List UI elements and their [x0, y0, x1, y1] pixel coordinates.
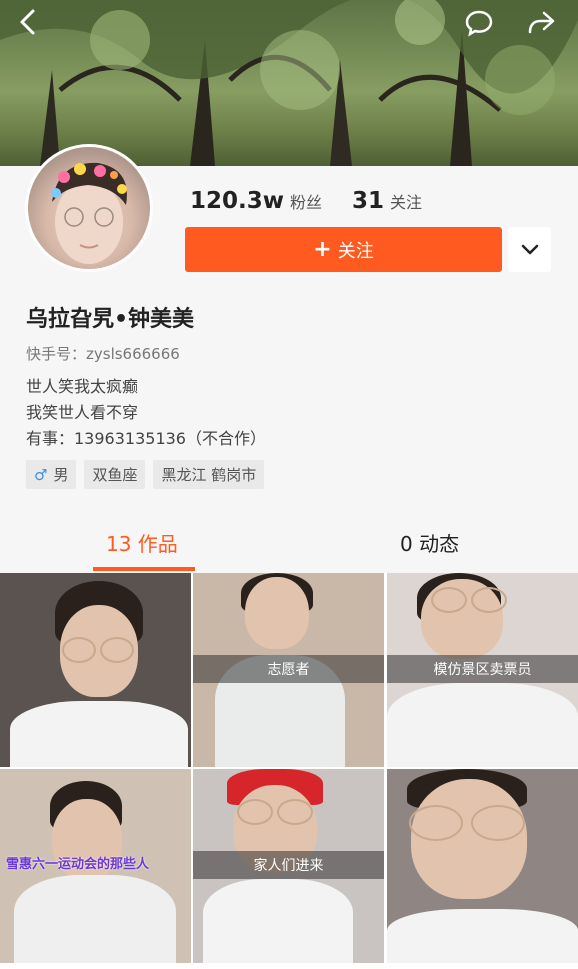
profile-page: 120.3w 粉丝 31 关注 + 关注 乌拉旮旯•钟美美 快手号：zysls6…: [0, 0, 578, 969]
following-label[interactable]: 关注: [390, 189, 422, 213]
profile-card: 120.3w 粉丝 31 关注 + 关注 乌拉旮旯•钟美美 快手号：zysls6…: [0, 144, 578, 516]
video-caption: 雪惠六一运动会的那些人: [6, 857, 150, 872]
video-thumbnail[interactable]: [0, 573, 191, 767]
followers-label[interactable]: 粉丝: [290, 189, 322, 213]
follow-button[interactable]: + 关注: [185, 227, 502, 272]
chevron-left-icon: [20, 9, 35, 35]
bio-line: 我笑世人看不穿: [26, 403, 139, 422]
male-symbol-icon: ♂: [34, 465, 48, 484]
video-thumbnail[interactable]: 家人们进来: [193, 769, 384, 963]
profile-tags: ♂ 男 双鱼座 黑龙江 鹤岗市: [26, 460, 272, 489]
message-button[interactable]: [464, 8, 498, 42]
gender-tag: ♂ 男: [26, 460, 77, 489]
share-button[interactable]: [526, 8, 560, 42]
video-thumbnail[interactable]: [387, 769, 578, 963]
tab-works[interactable]: 13 作品: [106, 528, 178, 558]
plus-icon: +: [313, 237, 332, 262]
content-tabs: 13 作品 0 动态: [0, 516, 578, 572]
speech-bubble-icon: [465, 10, 493, 37]
video-caption: 模仿景区卖票员: [387, 655, 578, 683]
following-count[interactable]: 31: [352, 188, 384, 214]
user-name: 乌拉旮旯•钟美美: [26, 307, 195, 332]
video-caption: 志愿者: [193, 655, 384, 683]
video-thumbnail[interactable]: 志愿者: [193, 573, 384, 767]
tab-moments[interactable]: 0 动态: [400, 528, 459, 558]
video-thumbnail[interactable]: 模仿景区卖票员: [387, 573, 578, 767]
video-grid: 志愿者 模仿景区卖票员 雪惠六一运动会的那些人 家人们进来: [0, 573, 578, 969]
bio-line: 世人笑我太疯癫: [26, 377, 139, 396]
stats-row: 120.3w 粉丝 31 关注: [190, 188, 422, 214]
active-tab-indicator: [93, 567, 195, 571]
video-thumbnail[interactable]: 雪惠六一运动会的那些人: [0, 769, 191, 963]
share-arrow-icon: [528, 11, 555, 34]
avatar-photo: [28, 147, 150, 269]
back-button[interactable]: [18, 8, 52, 42]
cover-image: [0, 0, 578, 166]
gender-label: 男: [53, 466, 69, 484]
zodiac-tag: 双鱼座: [84, 460, 146, 489]
followers-count[interactable]: 120.3w: [190, 188, 284, 214]
chevron-down-icon: [521, 244, 538, 254]
follow-button-label: 关注: [337, 240, 374, 262]
more-options-button[interactable]: [508, 227, 551, 272]
bio-line: 有事：13963135136（不合作）: [26, 429, 266, 448]
bio: 世人笑我太疯癫 我笑世人看不穿 有事：13963135136（不合作）: [26, 374, 266, 452]
avatar[interactable]: [25, 144, 153, 272]
location-tag: 黑龙江 鹤岗市: [153, 460, 265, 489]
video-caption: 家人们进来: [193, 851, 384, 879]
kuaishou-id: 快手号：zysls666666: [26, 345, 180, 363]
